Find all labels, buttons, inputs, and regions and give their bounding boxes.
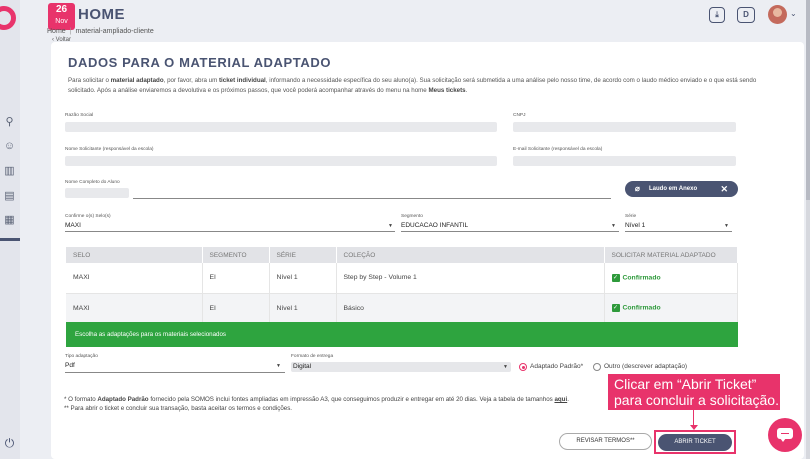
radio-outro-label[interactable]: Outro (descrever adaptação)	[604, 363, 687, 370]
formato-label: Formato de entrega	[291, 354, 334, 359]
power-icon[interactable]: ⏻	[3, 437, 16, 450]
cell-colecao: Step by Step - Volume 1	[336, 263, 605, 294]
table-row: MAXI EI Nível 1 Step by Step - Volume 1 …	[66, 263, 738, 294]
col-colecao: COLEÇÃO	[336, 247, 605, 263]
solicitante-label: Nome Solicitante (responsável da escola)	[65, 147, 154, 152]
selo-select[interactable]: MAXI	[65, 222, 81, 229]
aluno-field[interactable]	[133, 198, 611, 199]
cnpj-field	[513, 122, 736, 132]
radio-outro[interactable]	[593, 363, 601, 371]
user-icon[interactable]: ☺	[3, 140, 16, 153]
cnpj-label: CNPJ	[513, 113, 526, 118]
avatar[interactable]	[768, 5, 787, 24]
rail-divider	[0, 238, 20, 241]
segmento-select[interactable]: EDUCACAO INFANTIL	[401, 222, 468, 229]
cell-status[interactable]: ✓ Confirmado	[604, 263, 738, 294]
d-button[interactable]: D	[737, 7, 755, 23]
intro-text: Para solicitar o material adaptado, por …	[68, 77, 757, 94]
barcode-icon[interactable]: ▥	[3, 165, 16, 178]
callout-line-2: para concluir a solicitação.	[614, 392, 779, 408]
cell-serie: Nível 1	[269, 293, 337, 324]
revisar-termos-button[interactable]: REVISAR TERMOS**	[559, 433, 652, 450]
tipo-underline	[65, 372, 285, 373]
footnote-2: ** Para abrir o ticket e concluir sua tr…	[64, 405, 293, 412]
tipo-select[interactable]: Pdf	[65, 362, 75, 369]
page-title: HOME	[78, 6, 125, 23]
serie-select[interactable]: Nível 1	[625, 222, 645, 229]
checkbox-checked-icon[interactable]: ✓	[611, 304, 620, 312]
cell-colecao: Básico	[336, 293, 605, 324]
email-label: E-mail Solicitante (responsável da escol…	[513, 147, 603, 152]
col-solicitar: SOLICITAR MATERIAL ADAPTADO	[604, 247, 738, 263]
radio-adaptado-padrao-label[interactable]: Adaptado Padrão*	[530, 363, 583, 370]
col-selo: SELO	[66, 247, 203, 263]
chevron-down-icon[interactable]: ▼	[611, 223, 616, 229]
breadcrumb: Home | material-ampliado-cliente	[47, 28, 154, 35]
table-row: MAXI EI Nível 1 Básico ✓ Confirmado	[66, 293, 738, 324]
col-segmento: SEGMENTO	[202, 247, 270, 263]
selo-underline	[65, 231, 395, 232]
materials-table: SELO SEGMENTO SÉRIE COLEÇÃO SOLICITAR MA…	[66, 247, 738, 324]
tabela-tamanhos-link[interactable]: aqui	[554, 396, 567, 403]
close-icon[interactable]: ✕	[720, 181, 728, 197]
chevron-down-icon[interactable]: ▼	[388, 223, 393, 229]
abrir-ticket-button[interactable]: ABRIR TICKET	[658, 434, 732, 451]
chevron-down-icon[interactable]: ▼	[724, 223, 729, 229]
date-day: 26	[55, 4, 68, 15]
card-title: DADOS PARA O MATERIAL ADAPTADO	[68, 55, 332, 70]
formato-select-bg	[291, 362, 511, 372]
breadcrumb-home[interactable]: Home	[47, 28, 66, 35]
col-serie: SÉRIE	[269, 247, 337, 263]
aluno-field-prefix	[65, 188, 129, 198]
chevron-down-icon[interactable]: ▼	[276, 363, 281, 369]
cell-status[interactable]: ✓ Confirmado	[604, 293, 738, 324]
formato-select[interactable]: Digital	[293, 363, 311, 370]
footnote-1: * O formato Adaptado Padrão fornecido pe…	[64, 396, 569, 403]
radio-adaptado-padrao[interactable]	[519, 363, 527, 371]
date-month: Nov	[55, 18, 68, 25]
cell-serie: Nível 1	[269, 263, 337, 294]
paperclip-icon: ⌀	[635, 184, 640, 193]
email-field	[513, 156, 736, 166]
checkbox-checked-icon[interactable]: ✓	[611, 273, 620, 282]
cell-segmento: EI	[202, 263, 270, 294]
download-box-icon[interactable]: ⤓	[709, 7, 725, 23]
razao-social-label: Razão Social	[65, 113, 94, 118]
cell-selo: MAXI	[66, 263, 203, 294]
report-icon[interactable]: ▦	[3, 214, 16, 227]
solicitante-field	[65, 156, 497, 166]
razao-social-field	[65, 122, 497, 132]
segmento-label: Segmento	[401, 214, 423, 219]
serie-label: Série	[625, 214, 637, 219]
segmento-underline	[401, 231, 619, 232]
chevron-down-icon[interactable]: ▼	[503, 364, 508, 370]
aluno-label: Nome Completo do Aluno	[65, 180, 120, 185]
cell-selo: MAXI	[66, 293, 203, 324]
laudo-anexo-button[interactable]: ⌀ Laudo em Anexo ✕	[625, 181, 738, 197]
adaptations-banner: Escolha as adaptações para os materiais …	[66, 322, 738, 347]
cell-segmento: EI	[202, 293, 270, 324]
date-badge: 26 Nov	[48, 3, 75, 30]
callout-text: Clicar em “Abrir Ticket” para concluir a…	[614, 376, 779, 408]
tipo-label: Tipo adaptação	[65, 354, 98, 359]
callout-line-1: Clicar em “Abrir Ticket”	[614, 376, 757, 392]
breadcrumb-current: material-ampliado-cliente	[75, 28, 154, 35]
user-search-icon[interactable]: ⚲	[3, 116, 16, 129]
serie-underline	[625, 231, 732, 232]
selo-label: Confirme o(s) Selo(s)	[65, 214, 111, 219]
callout-arrow	[690, 425, 698, 430]
left-rail	[0, 0, 20, 459]
scrollbar-thumb[interactable]	[806, 0, 810, 200]
chat-icon[interactable]	[777, 428, 793, 442]
chevron-down-icon[interactable]: ⌄	[790, 9, 797, 18]
document-icon[interactable]: ▤	[3, 190, 16, 203]
